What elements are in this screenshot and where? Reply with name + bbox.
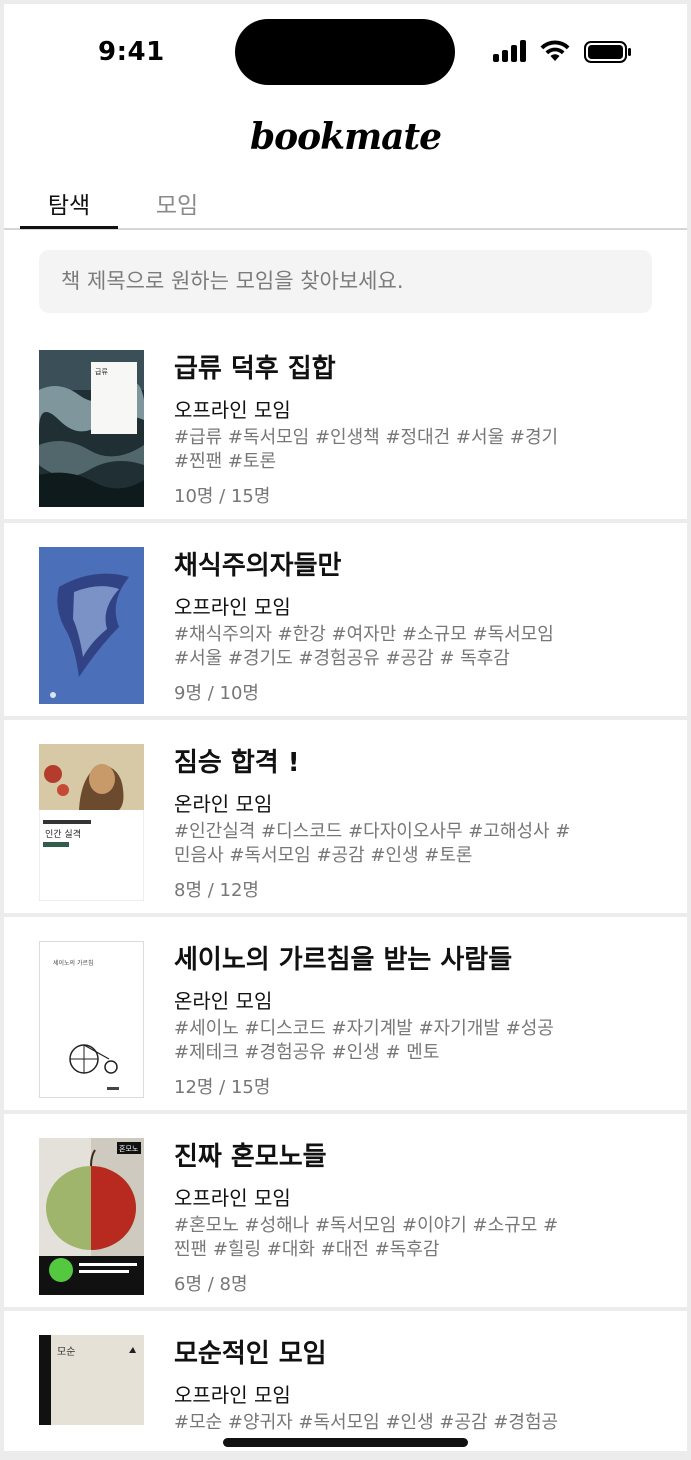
book-cover-beige-icon: 모순	[39, 1335, 144, 1425]
member-count: 12명 / 15명	[174, 1077, 271, 1098]
wifi-icon	[540, 40, 570, 61]
search-section: 책 제목으로 원하는 모임을 찾아보세요.	[4, 230, 687, 326]
group-type: 오프라인 모임	[174, 1383, 291, 1407]
group-title: 채식주의자들만	[174, 551, 342, 581]
book-cover-blue-fabric-icon	[39, 547, 144, 704]
cover-title: 인간 실격	[45, 828, 81, 840]
phone-screen: 9:41 bookmate 탐색 모임 책 제목으로 원하는 모임을 찾아보세요…	[4, 4, 687, 1456]
group-title: 짐승 합격 !	[174, 748, 300, 778]
group-card[interactable]: 채식주의자들만 오프라인 모임 #채식주의자 #한강 #여자만 #소규모 #독서…	[4, 523, 687, 716]
group-title: 세이노의 가르침을 받는 사람들	[174, 945, 513, 975]
group-type: 오프라인 모임	[174, 595, 291, 619]
search-input[interactable]: 책 제목으로 원하는 모임을 찾아보세요.	[39, 250, 652, 313]
book-cover-waves-icon: 급류	[39, 350, 144, 507]
group-card[interactable]: 세이노의 가르침 세이노의 가르침을 받는 사람들 온라인 모임 #세이노 #디…	[4, 917, 687, 1110]
active-tab-indicator	[20, 226, 118, 229]
group-type: 온라인 모임	[174, 792, 273, 816]
book-cover-portrait-icon: 인간 실격	[39, 744, 144, 901]
status-time: 9:41	[98, 37, 165, 67]
group-card[interactable]: 급류 급류 덕후 집합 오프라인 모임 #급류 #독서모임 #인생책 #정대건 …	[4, 326, 687, 519]
tab-explore[interactable]: 탐색	[20, 186, 118, 220]
group-tags: #급류 #독서모임 #인생책 #정대건 #서울 #경기 #찐팬 #토론	[174, 427, 559, 472]
tab-groups[interactable]: 모임	[139, 186, 215, 220]
member-count: 6명 / 8명	[174, 1274, 248, 1295]
group-title: 급류 덕후 집합	[174, 354, 336, 384]
book-cover-bicycle-icon: 세이노의 가르침	[39, 941, 144, 1098]
group-tags: #모순 #양귀자 #독서모임 #인생 #공감 #경험공	[174, 1412, 559, 1433]
group-tags: #혼모노 #성해나 #독서모임 #이야기 #소규모 # 찐팬 #힐링 #대화 #…	[174, 1215, 559, 1260]
cellular-signal-icon	[493, 40, 527, 62]
group-title: 모순적인 모임	[174, 1339, 327, 1369]
home-indicator[interactable]	[223, 1438, 468, 1447]
member-count: 9명 / 10명	[174, 683, 259, 704]
group-title: 진짜 혼모노들	[174, 1142, 327, 1172]
book-cover-apple-icon: 혼모노	[39, 1138, 144, 1295]
app-header: 9:41 bookmate 탐색 모임	[4, 4, 687, 230]
cover-title: 혼모노	[119, 1144, 139, 1153]
group-tags: #채식주의자 #한강 #여자만 #소규모 #독서모임 #서울 #경기도 #경험공…	[174, 624, 554, 669]
group-type: 오프라인 모임	[174, 398, 291, 422]
group-tags: #인간실격 #디스코드 #다자이오사무 #고해성사 #민음사 #독서모임 #공감…	[174, 821, 571, 866]
group-card[interactable]: 인간 실격 짐승 합격 ! 온라인 모임 #인간실격 #디스코드 #다자이오사무…	[4, 720, 687, 913]
member-count: 8명 / 12명	[174, 880, 259, 901]
group-type: 오프라인 모임	[174, 1186, 291, 1210]
status-bar: 9:41	[4, 4, 687, 94]
group-tags: #세이노 #디스코드 #자기계발 #자기개발 #성공 #제테크 #경험공유 #인…	[174, 1018, 554, 1063]
group-card[interactable]: 혼모노 진짜 혼모노들 오프라인 모임 #혼모노 #성해나 #독서모임 #이야기…	[4, 1114, 687, 1307]
cover-title: 세이노의 가르침	[53, 959, 94, 967]
app-logo: bookmate	[249, 116, 442, 158]
cover-title: 급류	[95, 368, 108, 376]
group-list: 급류 급류 덕후 집합 오프라인 모임 #급류 #독서모임 #인생책 #정대건 …	[4, 326, 687, 1455]
group-card[interactable]: 모순 모순적인 모임 오프라인 모임 #모순 #양귀자 #독서모임 #인생 #공…	[4, 1311, 687, 1451]
member-count: 10명 / 15명	[174, 486, 271, 507]
tab-bar: 탐색 모임	[4, 180, 687, 230]
battery-icon	[584, 41, 631, 63]
dynamic-island	[235, 19, 455, 85]
cover-title: 모순	[57, 1346, 75, 1358]
group-type: 온라인 모임	[174, 989, 273, 1013]
